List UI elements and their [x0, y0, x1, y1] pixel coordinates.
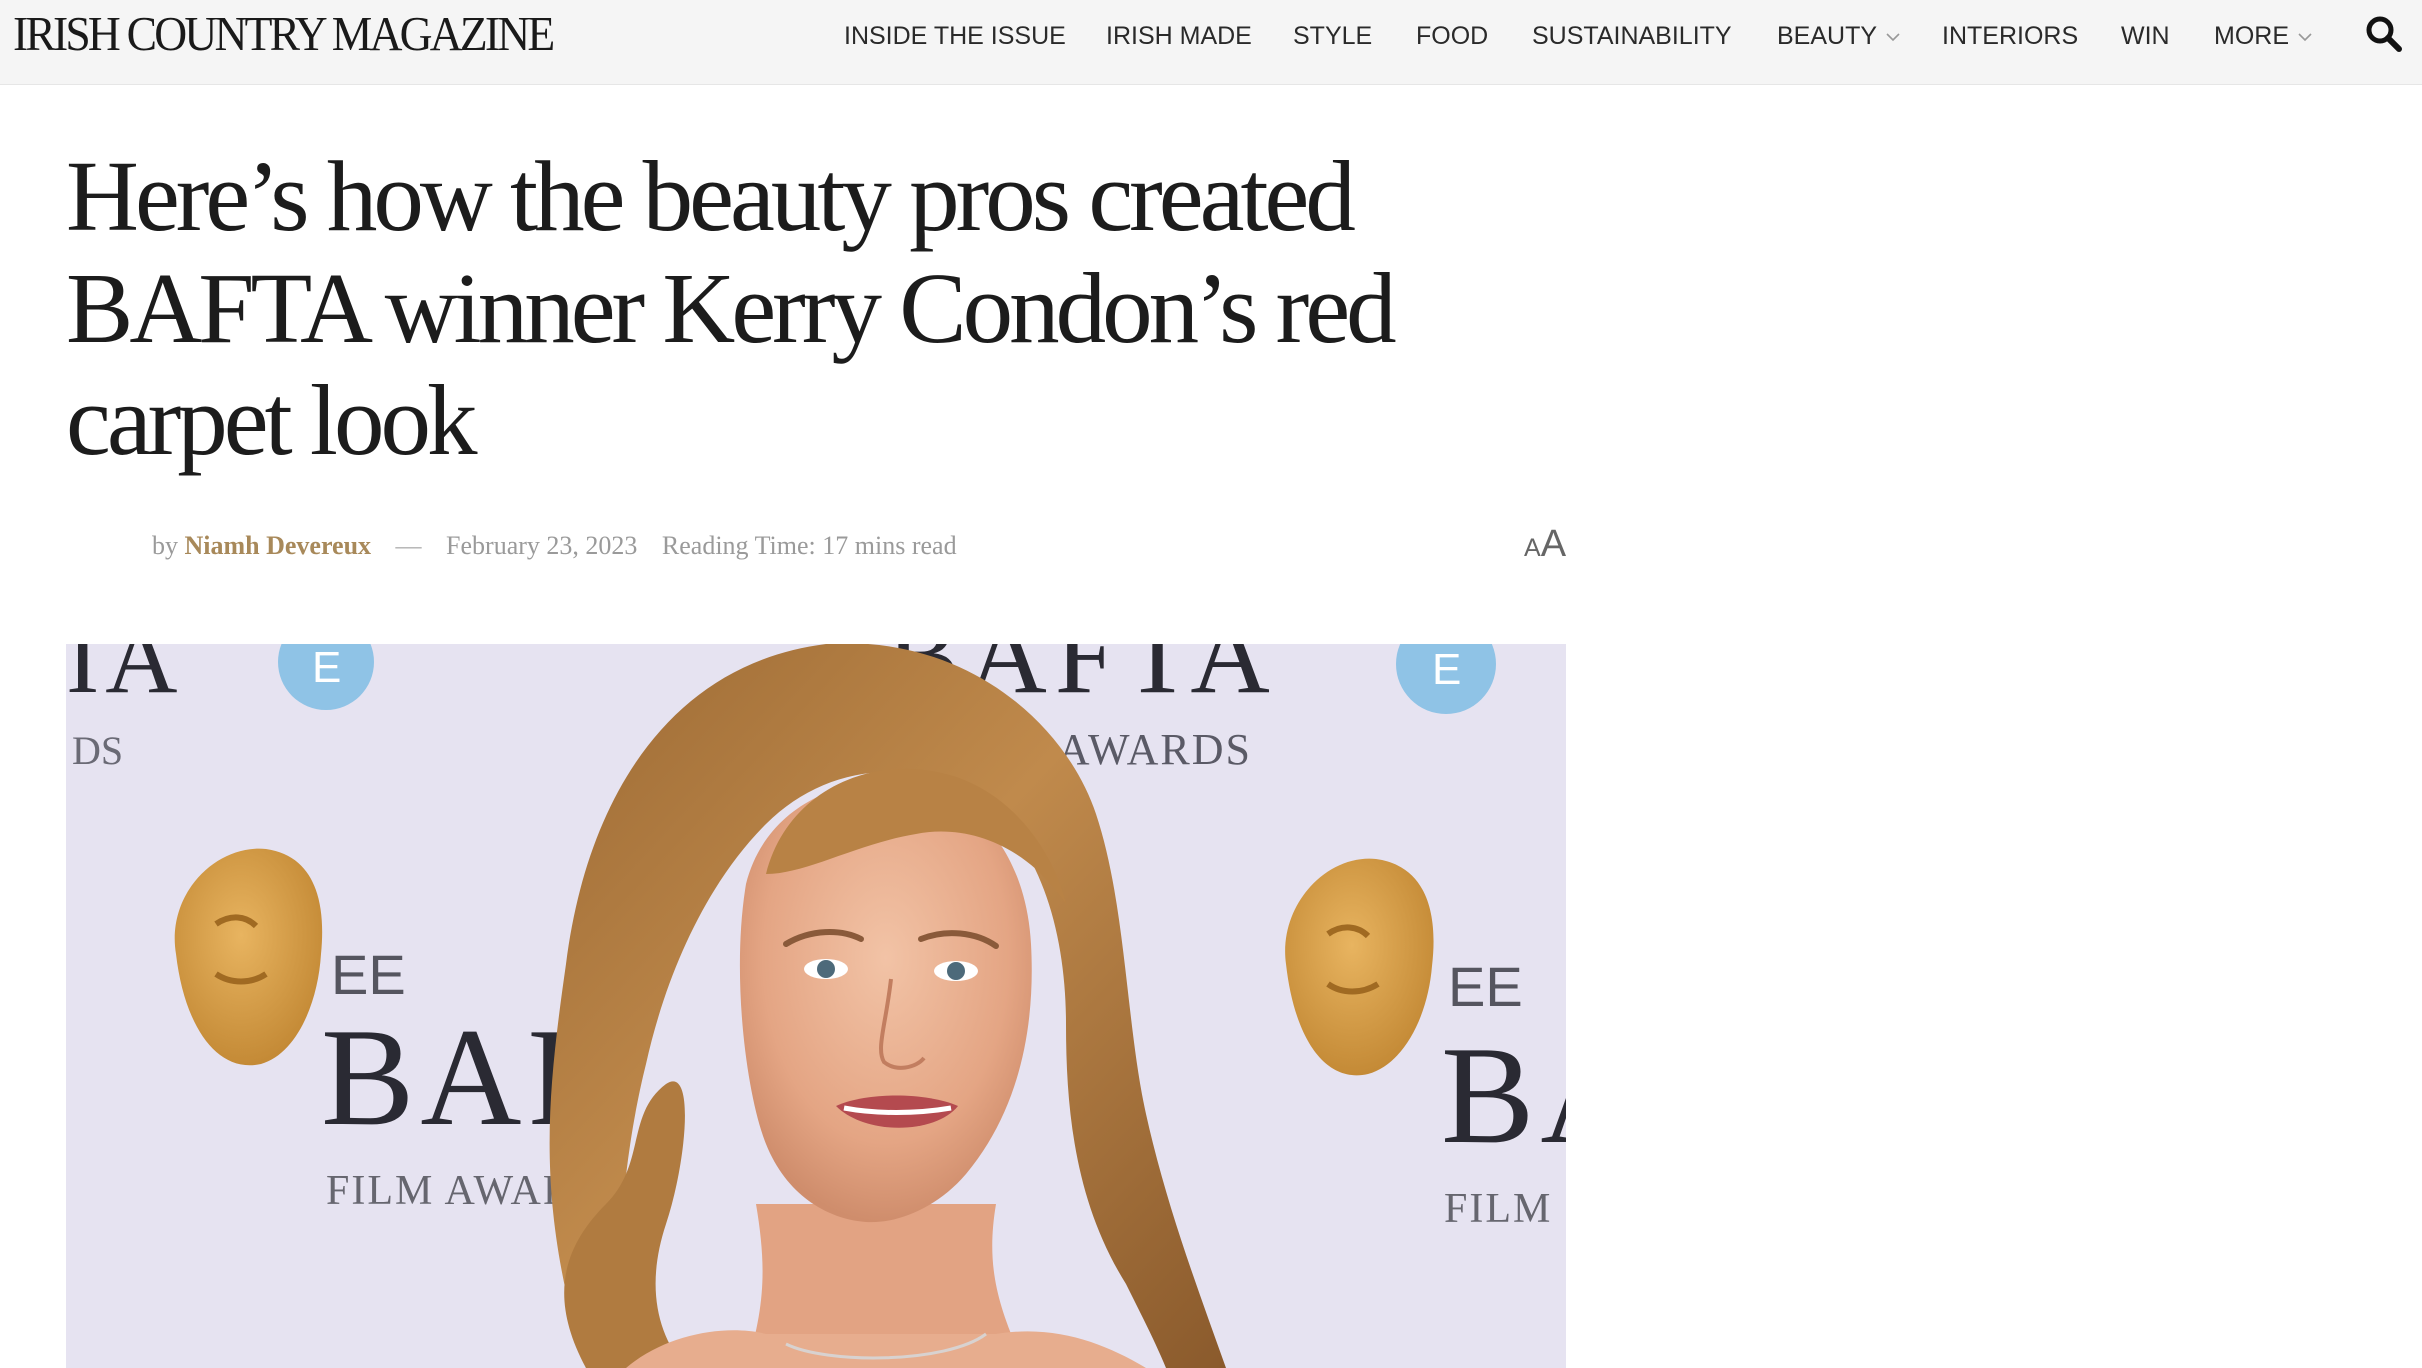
- nav-item-beauty[interactable]: BEAUTY: [1777, 20, 1900, 52]
- article-title: Here’s how the beauty pros created BAFTA…: [66, 140, 1397, 476]
- nav-item-beauty-label: BEAUTY: [1777, 22, 1878, 50]
- nav-item-sustainability[interactable]: SUSTAINABILITY: [1532, 20, 1732, 52]
- backdrop-text: BA: [1441, 1018, 1566, 1173]
- reading-time: Reading Time: 17 mins read: [661, 531, 957, 560]
- backdrop-text: EE: [1448, 955, 1523, 1018]
- author-link[interactable]: Niamh Devereux: [185, 531, 372, 560]
- nav-item-win[interactable]: WIN: [2121, 20, 2170, 52]
- nav-item-more[interactable]: MORE: [2214, 20, 2312, 52]
- nav-item-style[interactable]: STYLE: [1293, 20, 1372, 52]
- search-icon: [2366, 16, 2402, 52]
- badge-letter: E: [1432, 645, 1461, 694]
- article-meta: by Niamh Devereux — February 23, 2023 Re…: [152, 528, 957, 564]
- site-header: Irish Country Magazine INSIDE THE ISSUE …: [0, 0, 2422, 85]
- nav-item-irish-made[interactable]: IRISH MADE: [1106, 20, 1252, 52]
- backdrop-text: FILM: [1444, 1186, 1552, 1232]
- featured-photo: IA DS E BAFTA M AWARDS E EE BAF FILM AWA…: [66, 644, 1566, 1368]
- search-button[interactable]: [2364, 14, 2404, 54]
- featured-image: IA DS E BAFTA M AWARDS E EE BAF FILM AWA…: [66, 644, 1566, 1368]
- nav-item-more-label: MORE: [2214, 22, 2289, 50]
- chevron-down-icon: [2298, 18, 2312, 50]
- font-size-large-icon: A: [1540, 523, 1567, 565]
- backdrop-text: EE: [331, 943, 406, 1006]
- font-size-small-icon: A: [1524, 534, 1541, 562]
- backdrop-text: DS: [72, 728, 123, 773]
- backdrop-text: FILM AWAR: [326, 1168, 573, 1214]
- badge-letter: E: [312, 644, 341, 692]
- font-size-toggle[interactable]: AA: [1524, 524, 1566, 564]
- nav-item-interiors[interactable]: INTERIORS: [1942, 20, 2078, 52]
- backdrop-text: IA: [66, 644, 184, 714]
- nav-item-inside-the-issue[interactable]: INSIDE THE ISSUE: [844, 20, 1066, 52]
- meta-separator: —: [395, 531, 422, 560]
- publish-date: February 23, 2023: [446, 531, 638, 560]
- main-nav: INSIDE THE ISSUE IRISH MADE STYLE FOOD S…: [0, 0, 2422, 70]
- chevron-down-icon: [1886, 18, 1900, 50]
- nav-item-food[interactable]: FOOD: [1416, 20, 1488, 52]
- byline-prefix: by: [152, 531, 178, 560]
